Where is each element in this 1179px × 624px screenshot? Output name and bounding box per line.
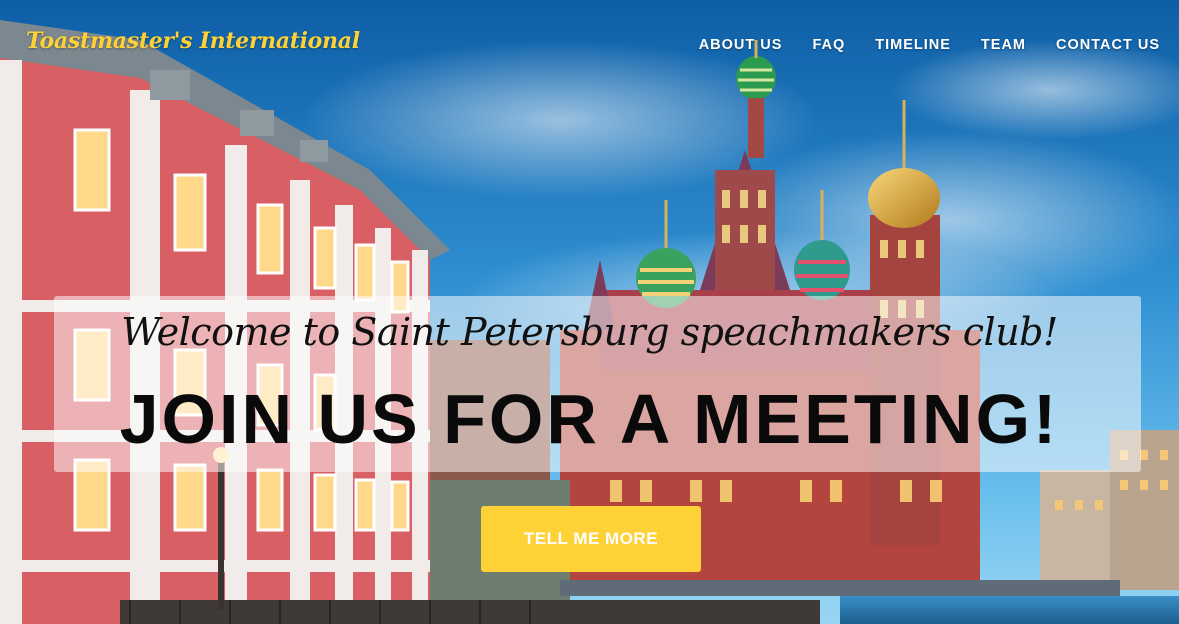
hero-headline: JOIN US FOR A MEETING! xyxy=(119,380,1060,458)
nav-item-team[interactable]: TEAM xyxy=(981,37,1026,53)
nav-item-contact-us[interactable]: CONTACT US xyxy=(1056,37,1160,53)
main-nav: ABOUT US FAQ TIMELINE TEAM CONTACT US xyxy=(669,37,1160,53)
hero-section: Toastmaster's International ABOUT US FAQ… xyxy=(0,0,1179,624)
tell-me-more-button[interactable]: TELL ME MORE xyxy=(481,506,701,572)
nav-item-about-us[interactable]: ABOUT US xyxy=(699,37,783,53)
nav-item-faq[interactable]: FAQ xyxy=(812,37,845,53)
hero-subtitle: Welcome to Saint Petersburg speachmakers… xyxy=(121,310,1058,354)
nav-item-timeline[interactable]: TIMELINE xyxy=(875,37,951,53)
brand-logo[interactable]: Toastmaster's International xyxy=(26,28,360,54)
